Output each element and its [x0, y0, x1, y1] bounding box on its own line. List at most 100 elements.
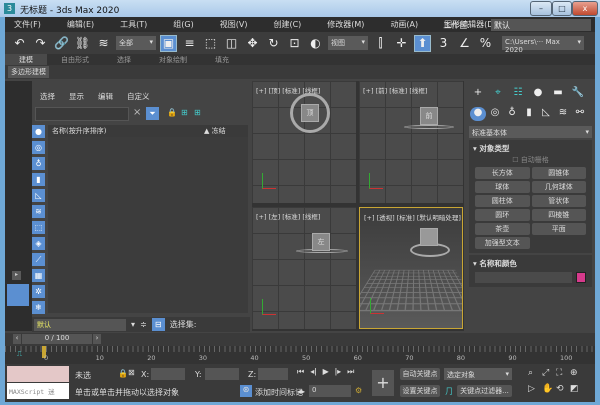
name-color-header[interactable]: ▾ 名称和颜色: [471, 257, 590, 270]
view-cube[interactable]: [420, 228, 438, 246]
menu-edit[interactable]: 编辑(E): [58, 17, 103, 32]
time-slider[interactable]: 0 / 100: [22, 334, 92, 344]
viewport-perspective[interactable]: [+] [透视] [标准] [默认明暗处理]: [359, 207, 463, 329]
zoom-extents-icon[interactable]: ⛶: [556, 368, 570, 378]
lights-icon[interactable]: ♁: [504, 107, 520, 121]
viewport-front[interactable]: [+] [前] [标准] [线框] 前: [359, 81, 463, 203]
cylinder-button[interactable]: 圆柱体: [475, 195, 530, 207]
menu-animation[interactable]: 动画(A): [381, 17, 427, 32]
viewport-top[interactable]: [+] [顶] [标准] [线框] 顶: [252, 81, 356, 203]
category-dropdown[interactable]: 标准基本体 ▾: [469, 126, 592, 138]
minimize-button[interactable]: –: [530, 1, 552, 16]
explorer-menu-select[interactable]: 选择: [40, 91, 55, 102]
go-to-start-icon[interactable]: ⏮: [297, 367, 304, 377]
cone-button[interactable]: 圆锥体: [531, 167, 586, 179]
pivot-icon[interactable]: ⫿: [372, 35, 389, 52]
maximize-button[interactable]: □: [552, 1, 572, 16]
key-mode-dropdown[interactable]: 选定对象 ▾: [444, 368, 512, 380]
tab-modeling[interactable]: 建模: [5, 54, 47, 65]
hierarchy-icon[interactable]: ⊞: [181, 108, 188, 117]
pan-icon[interactable]: ✋: [542, 384, 556, 394]
bone-filter-icon[interactable]: ⟋: [32, 253, 45, 266]
container-filter-icon[interactable]: ▦: [32, 269, 45, 282]
project-path-dropdown[interactable]: C:\Users\··· Max 2020 ▾: [502, 36, 584, 54]
key-tangent-icon[interactable]: ⺆: [445, 386, 453, 397]
box-button[interactable]: 长方体: [475, 167, 530, 179]
shape-filter-icon[interactable]: ◎: [32, 141, 45, 154]
lock-selection-icon[interactable]: 🔒: [118, 369, 128, 378]
maxscript-listener[interactable]: [7, 366, 69, 382]
add-time-tag[interactable]: 添加时间标记: [255, 387, 303, 398]
close-button[interactable]: x: [572, 1, 598, 16]
create-tab-icon[interactable]: +: [470, 87, 486, 101]
name-column-header[interactable]: 名称(按升序排序): [52, 126, 106, 136]
fov-icon[interactable]: ▷: [528, 384, 542, 394]
percent-snap-icon[interactable]: %: [477, 35, 494, 52]
menu-create[interactable]: 创建(C): [264, 17, 310, 32]
zoom-all-icon[interactable]: ⤢: [542, 368, 556, 378]
systems-icon[interactable]: ⚯: [572, 107, 588, 121]
layer-explorer-icon[interactable]: ≑: [140, 320, 147, 329]
view-cube[interactable]: 前: [420, 107, 438, 125]
set-key-button[interactable]: 设置关键点: [400, 385, 440, 397]
viewport-left[interactable]: [+] [左] [标准] [线框] 左: [252, 207, 356, 329]
prev-frame-icon[interactable]: ‹: [13, 334, 21, 344]
go-to-end-icon[interactable]: ⏭: [347, 367, 354, 377]
zoom-icon[interactable]: ⌕: [528, 368, 542, 378]
menu-view[interactable]: 视图(V): [211, 17, 257, 32]
move-icon[interactable]: ✥: [244, 35, 261, 52]
menu-group[interactable]: 组(G): [164, 17, 202, 32]
z-coord-input[interactable]: [258, 368, 288, 380]
explorer-menu-customize[interactable]: 自定义: [127, 91, 150, 102]
bind-spacewarp-icon[interactable]: ≋: [95, 35, 112, 52]
new-key-icon[interactable]: +: [372, 370, 394, 396]
hierarchy-tab-icon[interactable]: ☷: [510, 87, 526, 101]
menu-modifiers[interactable]: 修改器(M): [318, 17, 373, 32]
zoom-extents-all-icon[interactable]: ⊕: [570, 368, 584, 378]
prev-key-icon[interactable]: ◂ǀ: [310, 367, 316, 377]
viewport-layout-icon[interactable]: [7, 284, 29, 306]
teapot-button[interactable]: 茶壶: [475, 223, 530, 235]
explorer-list[interactable]: [48, 137, 248, 313]
tube-button[interactable]: 管状体: [531, 195, 586, 207]
maxscript-input[interactable]: MAXScript 迷: [7, 383, 69, 399]
xref-filter-icon[interactable]: ◈: [32, 237, 45, 250]
selection-set-icon[interactable]: ⊟: [151, 318, 165, 331]
selection-filter-dropdown[interactable]: 全部 ▾: [116, 36, 156, 50]
frozen-column-header[interactable]: ▲ 冻结: [204, 126, 244, 136]
particle-filter-icon[interactable]: ✲: [32, 285, 45, 298]
geosphere-button[interactable]: 几何球体: [531, 181, 586, 193]
rotate-icon[interactable]: ↻: [265, 35, 282, 52]
redo-icon[interactable]: ↷: [32, 35, 49, 52]
helper-filter-icon[interactable]: ◺: [32, 189, 45, 202]
object-type-header[interactable]: ▾ 对象类型: [471, 142, 590, 155]
frozen-filter-icon[interactable]: ❄: [32, 301, 45, 314]
window-crossing-icon[interactable]: ◫: [223, 35, 240, 52]
select-by-name-icon[interactable]: ≡: [181, 35, 198, 52]
shapes-icon[interactable]: ◎: [487, 107, 503, 121]
keyboard-shortcut-icon[interactable]: ⬆: [414, 34, 431, 52]
auto-grid-checkbox[interactable]: ☐ 自动栅格: [471, 155, 590, 165]
play-icon[interactable]: ▶: [323, 367, 329, 377]
camera-filter-icon[interactable]: ▮: [32, 173, 45, 186]
rect-selection-icon[interactable]: ⬚: [202, 35, 219, 52]
undo-icon[interactable]: ↶: [11, 35, 28, 52]
angle-snap-icon[interactable]: ∠: [456, 35, 473, 52]
plane-button[interactable]: 平面: [531, 223, 586, 235]
viewport-label[interactable]: [+] [前] [标准] [线框]: [363, 85, 427, 95]
geometry-icon[interactable]: ●: [470, 107, 486, 121]
view-cube[interactable]: 顶: [301, 104, 319, 122]
menu-tools[interactable]: 工具(T): [111, 17, 156, 32]
torus-button[interactable]: 圆环: [475, 209, 530, 221]
text-plus-button[interactable]: 加强型文本: [475, 237, 530, 249]
snap-icon[interactable]: 3: [435, 35, 452, 52]
select-object-icon[interactable]: ▣: [160, 34, 177, 52]
cameras-icon[interactable]: ▮: [521, 107, 537, 121]
curve-editor-icon[interactable]: ⎍: [17, 350, 22, 359]
next-frame-icon[interactable]: ›: [93, 334, 101, 344]
key-filters-button[interactable]: 关键点过滤器...: [457, 385, 512, 397]
spacewarp-filter-icon[interactable]: ≋: [32, 205, 45, 218]
unlink-icon[interactable]: ⛓: [74, 35, 91, 52]
filter-icon[interactable]: ⏷: [146, 107, 159, 120]
orbit-icon[interactable]: ⟲: [556, 384, 570, 394]
